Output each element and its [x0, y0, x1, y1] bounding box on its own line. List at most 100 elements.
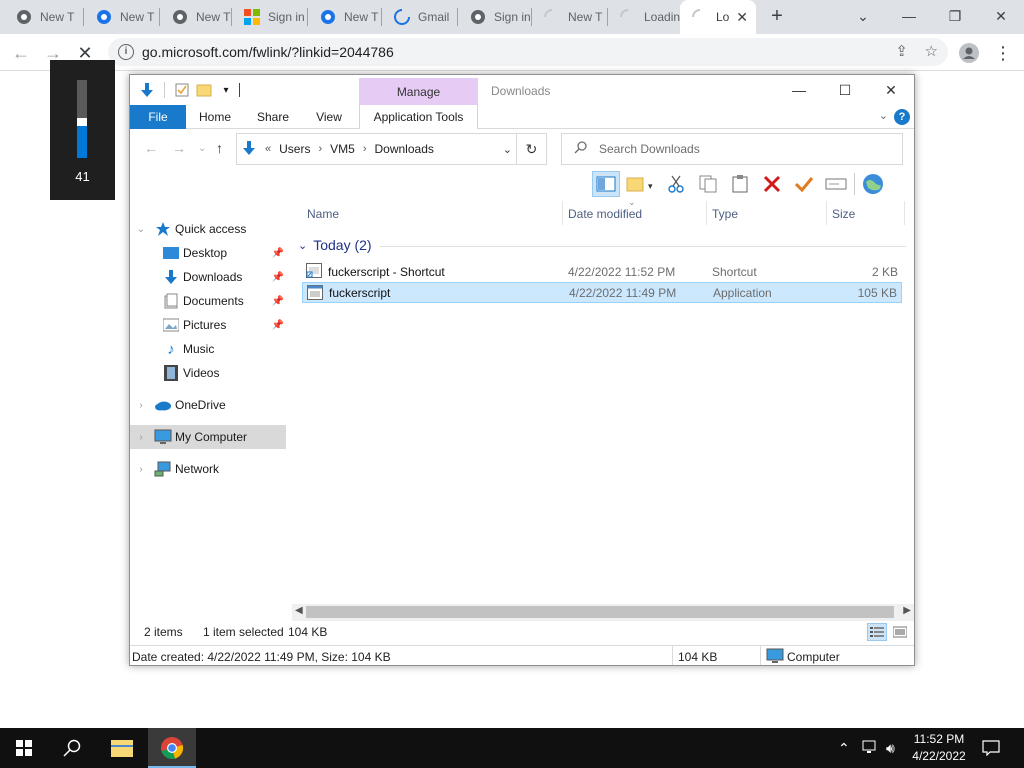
new-tab-button[interactable]: +	[766, 5, 788, 27]
nav-item-network[interactable]: › Network	[130, 457, 286, 481]
breadcrumb-overflow[interactable]: «	[265, 143, 271, 155]
breadcrumb-vm5[interactable]: VM5	[330, 142, 355, 156]
tab-share[interactable]: Share	[250, 105, 296, 129]
new-folder-icon[interactable]	[195, 81, 213, 99]
action-center-icon[interactable]	[982, 740, 1000, 759]
help-icon[interactable]: ?	[894, 109, 910, 125]
pin-icon[interactable]: 📌	[272, 296, 284, 307]
nav-item-onedrive[interactable]: › OneDrive	[130, 393, 286, 417]
browser-tab[interactable]: Sign in	[458, 0, 532, 34]
explorer-minimize-button[interactable]: —	[776, 75, 822, 105]
taskbar-clock[interactable]: 11:52 PM 4/22/2022	[906, 731, 972, 765]
tab-home[interactable]: Home	[192, 105, 238, 129]
search-placeholder[interactable]: Search Downloads	[599, 142, 700, 156]
chevron-right-icon[interactable]: ›	[136, 464, 146, 475]
nav-item-videos[interactable]: Videos	[130, 361, 286, 385]
properties-icon[interactable]	[173, 81, 191, 99]
nav-item-pictures[interactable]: Pictures 📌	[130, 313, 286, 337]
nav-item-quick-access[interactable]: ⌄ Quick access	[130, 217, 286, 241]
taskbar-chrome[interactable]	[148, 728, 196, 768]
back-button[interactable]: ←	[8, 40, 34, 66]
column-type[interactable]: Type	[712, 207, 738, 221]
delete-icon[interactable]	[758, 171, 786, 197]
nav-item-my-computer[interactable]: › My Computer	[130, 425, 286, 449]
taskbar-search-button[interactable]	[48, 728, 96, 768]
customize-qat-dropdown[interactable]: ▾	[217, 81, 235, 99]
tab-view[interactable]: View	[308, 105, 350, 129]
large-icons-view-icon[interactable]	[890, 623, 910, 641]
pin-icon[interactable]: 📌	[272, 248, 284, 259]
expand-ribbon-icon[interactable]: ⌄	[879, 109, 888, 122]
recent-locations-icon[interactable]: ⌄	[198, 143, 206, 154]
browser-tab[interactable]: New T	[532, 0, 608, 34]
menu-kebab-icon[interactable]: ⋮	[990, 40, 1016, 66]
browser-tab[interactable]: New T	[160, 0, 232, 34]
nav-item-desktop[interactable]: Desktop 📌	[130, 241, 286, 265]
chevron-down-icon[interactable]: ⌄	[136, 224, 146, 235]
browser-tab-active[interactable]: Lo ✕	[680, 0, 756, 34]
volume-tray-icon[interactable]: 🔊︎	[886, 740, 895, 757]
browser-tab[interactable]: New T	[4, 0, 84, 34]
taskbar-file-explorer[interactable]	[98, 728, 146, 768]
network-tray-icon[interactable]	[862, 740, 880, 757]
column-date-modified[interactable]: Date modified	[568, 207, 642, 221]
checkmark-icon[interactable]	[790, 171, 818, 197]
browser-tab[interactable]: New T	[84, 0, 160, 34]
tab-file[interactable]: File	[130, 105, 186, 129]
explorer-maximize-button[interactable]: ☐	[822, 75, 868, 105]
chevron-right-icon[interactable]: ›	[136, 432, 146, 443]
nav-item-documents[interactable]: Documents 📌	[130, 289, 286, 313]
group-header-today[interactable]: ⌄ Today (2)	[298, 237, 372, 253]
breadcrumb-downloads[interactable]: Downloads	[375, 142, 434, 156]
details-view-icon[interactable]	[867, 623, 887, 641]
tab-search-icon[interactable]: ⌄	[840, 0, 886, 32]
column-name[interactable]: Name	[307, 207, 339, 221]
pin-icon[interactable]: 📌	[272, 272, 284, 283]
volume-thumb[interactable]	[77, 118, 87, 126]
chevron-down-icon[interactable]: ⌄	[298, 239, 307, 252]
address-breadcrumb[interactable]: « Users › VM5 › Downloads ⌄ ↻	[236, 133, 547, 165]
breadcrumb-users[interactable]: Users	[279, 142, 310, 156]
up-one-level-button[interactable]: ↑	[216, 140, 223, 156]
refresh-button[interactable]: ↻	[516, 134, 546, 164]
copy-icon[interactable]	[694, 171, 722, 197]
chevron-right-icon[interactable]: ›	[318, 143, 322, 155]
start-button[interactable]	[0, 728, 48, 768]
volume-slider[interactable]	[77, 80, 87, 158]
rename-icon[interactable]	[822, 171, 850, 197]
explorer-forward-button[interactable]: →	[172, 140, 186, 156]
chevron-right-icon[interactable]: ›	[136, 400, 146, 411]
nav-item-music[interactable]: ♪ Music	[130, 337, 286, 361]
restore-button[interactable]: ❐	[932, 0, 978, 32]
share-icon[interactable]: ⇪	[895, 42, 908, 60]
new-folder-dropdown-icon[interactable]: ▾	[624, 171, 658, 197]
chevron-down-icon[interactable]: ⌄	[503, 143, 512, 156]
scroll-left-arrow-icon[interactable]: ◀	[295, 605, 303, 616]
scroll-right-arrow-icon[interactable]: ▶	[903, 605, 911, 616]
browser-tab[interactable]: Sign in	[232, 0, 308, 34]
preview-pane-icon[interactable]	[592, 171, 620, 197]
chevron-right-icon[interactable]: ›	[363, 143, 367, 155]
manage-context-tab[interactable]: Manage	[359, 78, 478, 106]
close-tab-icon[interactable]: ✕	[736, 9, 748, 26]
address-bar[interactable]: i go.microsoft.com/fwlink/?linkid=204478…	[108, 38, 948, 66]
close-window-button[interactable]: ✕	[978, 0, 1024, 32]
explorer-close-button[interactable]: ✕	[868, 75, 914, 105]
paste-icon[interactable]	[726, 171, 754, 197]
tab-application-tools[interactable]: Application Tools	[359, 105, 478, 129]
profile-avatar[interactable]	[956, 40, 982, 66]
bookmark-star-icon[interactable]: ☆	[925, 42, 938, 60]
scrollbar-thumb[interactable]	[306, 606, 894, 618]
nav-item-downloads[interactable]: Downloads 📌	[130, 265, 286, 289]
pin-icon[interactable]: 📌	[272, 320, 284, 331]
minimize-button[interactable]: —	[886, 0, 932, 32]
cut-icon[interactable]	[662, 171, 690, 197]
horizontal-scrollbar[interactable]: ◀ ▶	[292, 604, 914, 621]
file-row-selected[interactable]: fuckerscript 4/22/2022 11:49 PM Applicat…	[302, 282, 902, 303]
column-size[interactable]: Size	[832, 207, 855, 221]
globe-icon[interactable]	[859, 171, 887, 197]
browser-tab[interactable]: Gmail	[382, 0, 458, 34]
file-row[interactable]: fuckerscript - Shortcut 4/22/2022 11:52 …	[302, 261, 902, 282]
show-hidden-icons-chevron[interactable]: ⌃	[838, 740, 850, 757]
search-box[interactable]: Search Downloads	[561, 133, 903, 165]
